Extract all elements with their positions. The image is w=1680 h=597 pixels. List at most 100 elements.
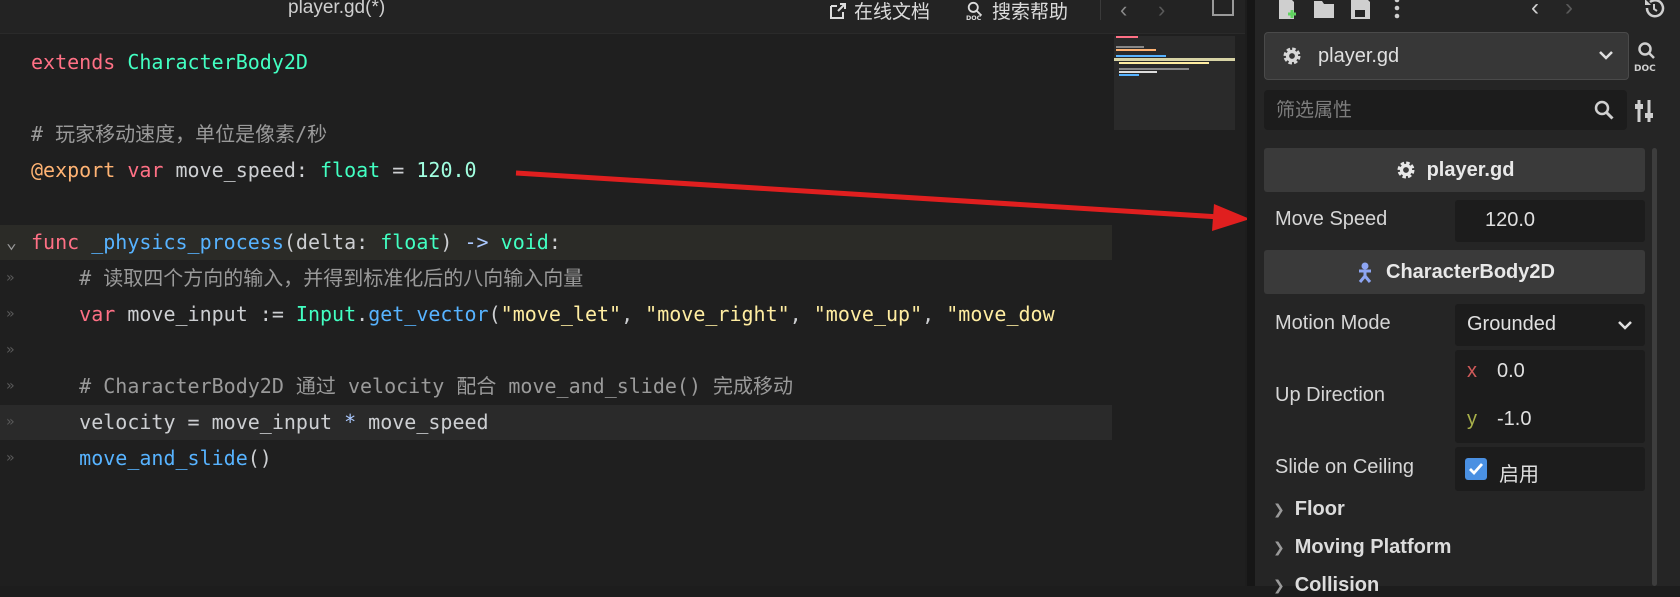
property-tools-icon[interactable] — [1633, 98, 1659, 124]
new-resource-icon[interactable] — [1275, 0, 1299, 22]
toolbar-separator — [1100, 0, 1101, 20]
group-floor-label: Floor — [1294, 498, 1345, 520]
group-moving-platform-label: Moving Platform — [1294, 536, 1452, 558]
code-token: "move_up" — [813, 302, 923, 326]
code-token: 120.0 — [416, 158, 477, 182]
group-floor[interactable]: ❯ Floor — [1273, 498, 1345, 521]
code-token: void — [500, 230, 549, 254]
group-moving-platform[interactable]: ❯ Moving Platform — [1273, 536, 1451, 559]
code-line[interactable]: » var move_input := Input.get_vector("mo… — [0, 297, 1112, 332]
script-section-header[interactable]: player.gd — [1264, 148, 1645, 192]
code-text-area[interactable]: extends CharacterBody2D # 玩家移动速度，单位是像素/秒 @… — [0, 45, 1112, 585]
script-gear-icon — [1397, 161, 1415, 179]
code-line[interactable] — [0, 189, 1112, 224]
help-search-icon: DOC — [966, 1, 983, 21]
svg-text:DOC: DOC — [1634, 64, 1656, 74]
code-token: "move_let" — [500, 302, 622, 326]
save-icon[interactable] — [1348, 0, 1372, 22]
code-token: "move_right" — [645, 302, 790, 326]
code-token: extends — [31, 50, 116, 74]
history-forward-icon[interactable]: › — [1565, 0, 1573, 22]
filter-properties[interactable] — [1264, 90, 1627, 132]
motion-mode-dropdown[interactable]: Grounded — [1455, 304, 1645, 346]
editor-toolbar: player.gd(*) 在线文档 DOC 搜索帮助 ‹ › — [0, 0, 1245, 34]
code-token: , — [922, 302, 947, 326]
code-line[interactable]: » move_and_slide() — [0, 441, 1112, 476]
code-token: # CharacterBody2D 通过 velocity 配合 move_an… — [79, 374, 794, 398]
code-token: func — [31, 230, 80, 254]
code-token: get_vector — [368, 302, 489, 326]
more-menu-icon[interactable] — [1385, 0, 1409, 22]
code-token: var — [127, 158, 164, 182]
code-line-text: func _physics_process(delta: float) -> v… — [31, 225, 561, 260]
slide-on-ceiling-checkbox[interactable] — [1465, 458, 1487, 480]
chevron-down-icon — [1618, 321, 1632, 330]
code-line[interactable]: » # 读取四个方向的输入，并得到标准化后的八向输入向量 — [0, 261, 1112, 296]
code-token: * — [344, 410, 357, 434]
filter-properties-input[interactable] — [1264, 90, 1578, 132]
code-token: = — [380, 158, 417, 182]
tab-indent-icon: » — [6, 378, 15, 394]
code-token: move_and_slide — [79, 446, 248, 470]
history-icon[interactable] — [1642, 0, 1666, 22]
inspector-panel: ‹ › player.gd DOC player.gd Move Speed 1… — [1255, 0, 1680, 596]
panel-splitter[interactable] — [1247, 0, 1255, 586]
code-token: @export — [31, 158, 116, 182]
inspector-scrollbar[interactable] — [1652, 148, 1657, 586]
chevron-right-icon: ❯ — [1273, 539, 1285, 555]
code-line[interactable]: » — [0, 333, 1112, 368]
class-section-header[interactable]: CharacterBody2D — [1264, 250, 1645, 294]
online-docs-label: 在线文档 — [854, 2, 931, 23]
chevron-down-icon — [1599, 51, 1613, 60]
code-token: float — [320, 158, 381, 182]
slide-on-ceiling-field[interactable]: 启用 — [1455, 447, 1645, 491]
code-minimap[interactable] — [1114, 36, 1235, 130]
code-line[interactable]: # 玩家移动速度，单位是像素/秒 — [0, 117, 1112, 152]
code-line[interactable]: extends CharacterBody2D — [0, 45, 1112, 80]
character-body-icon — [1358, 262, 1372, 283]
up-direction-label: Up Direction — [1275, 384, 1386, 406]
distraction-free-icon[interactable] — [1212, 0, 1234, 16]
open-folder-icon[interactable] — [1312, 0, 1336, 22]
script-editor: player.gd(*) 在线文档 DOC 搜索帮助 ‹ › extends C… — [0, 0, 1245, 586]
code-token: move_input := — [115, 302, 296, 326]
tab-indent-icon: » — [6, 342, 15, 358]
nav-forward-button[interactable]: › — [1158, 0, 1165, 23]
code-line[interactable]: @export var move_speed: float = 120.0 — [0, 153, 1112, 188]
code-line-text: velocity = move_input * move_speed — [31, 405, 488, 440]
code-token: (delta: — [283, 230, 381, 254]
move-speed-label: Move Speed — [1275, 208, 1388, 230]
code-line[interactable]: » # CharacterBody2D 通过 velocity 配合 move_… — [0, 369, 1112, 404]
edited-resource-selector[interactable]: player.gd — [1264, 32, 1629, 80]
code-line-text: @export var move_speed: float = 120.0 — [31, 153, 477, 188]
code-line[interactable]: » velocity = move_input * move_speed — [0, 405, 1112, 440]
move-speed-field[interactable]: 120.0 — [1455, 200, 1645, 242]
code-line[interactable]: ⌄ func _physics_process(delta: float) -> … — [0, 225, 1112, 260]
up-x-axis-label: x — [1467, 360, 1477, 382]
code-token: float — [380, 230, 441, 254]
code-token: move_speed: — [163, 158, 321, 182]
class-section-title: CharacterBody2D — [1386, 260, 1555, 283]
up-y-value[interactable]: -1.0 — [1497, 408, 1531, 431]
open-docs-icon[interactable]: DOC — [1631, 40, 1665, 74]
nav-back-button[interactable]: ‹ — [1120, 0, 1127, 23]
code-line[interactable] — [0, 81, 1112, 116]
fold-arrow-icon[interactable]: ⌄ — [6, 225, 26, 260]
code-token: ) — [440, 230, 465, 254]
history-back-icon[interactable]: ‹ — [1531, 0, 1539, 22]
code-line-text: extends CharacterBody2D — [31, 45, 308, 80]
code-token: . — [356, 302, 369, 326]
up-x-value[interactable]: 0.0 — [1497, 360, 1525, 383]
online-docs-button[interactable]: 在线文档 — [828, 0, 930, 24]
search-help-button[interactable]: DOC 搜索帮助 — [966, 0, 1068, 24]
external-link-icon — [830, 2, 846, 19]
file-tab-title[interactable]: player.gd(*) — [288, 0, 385, 19]
motion-mode-label: Motion Mode — [1275, 312, 1391, 334]
